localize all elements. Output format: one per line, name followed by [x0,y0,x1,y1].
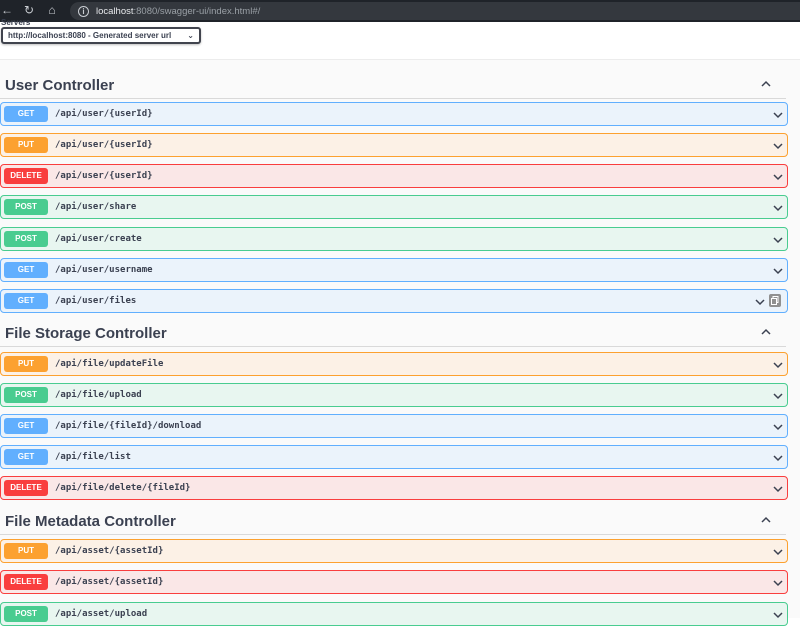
operation-path: /api/asset/{assetId} [55,546,164,556]
servers-label: Servers [1,18,31,27]
server-select[interactable]: http://localhost:8080 - Generated server… [1,27,201,44]
chevron-down-icon[interactable] [772,482,784,494]
operation-path: /api/user/{userId} [55,140,153,150]
chevron-down-icon[interactable] [772,233,784,245]
chevron-down-icon[interactable] [772,420,784,432]
chevron-down-icon[interactable] [772,389,784,401]
site-info-icon[interactable]: i [78,5,89,17]
method-badge: POST [4,231,48,247]
operation-path: /api/user/{userId} [55,171,153,181]
operation-path: /api/file/upload [55,390,142,400]
chevron-up-icon[interactable] [760,513,774,527]
chevron-down-icon[interactable] [772,139,784,151]
method-badge: GET [4,449,48,465]
method-badge: DELETE [4,168,48,184]
method-badge: POST [4,387,48,403]
copy-icon[interactable] [769,294,781,307]
chevron-down-icon[interactable] [772,576,784,588]
operation-put[interactable]: PUT/api/file/updateFile [0,352,788,376]
home-icon[interactable]: ⌂ [45,3,59,17]
method-badge: POST [4,199,48,215]
chevron-down-icon[interactable] [772,264,784,276]
operation-path: /api/file/list [55,452,131,462]
chevron-down-icon[interactable] [772,545,784,557]
reload-icon[interactable]: ↻ [22,3,36,17]
address-bar[interactable]: i localhost:8080/swagger-ui/index.html#/ [70,2,800,20]
operation-path: /api/user/share [55,202,137,212]
operation-path: /api/file/delete/{fileId} [55,483,191,493]
operation-delete[interactable]: DELETE/api/file/delete/{fileId} [0,476,788,500]
operation-post[interactable]: POST/api/user/create [0,227,788,251]
servers-panel: Servers http://localhost:8080 - Generate… [0,18,800,60]
method-badge: POST [4,606,48,622]
chevron-up-icon[interactable] [760,325,774,339]
method-badge: PUT [4,137,48,153]
section-title: User Controller [5,77,115,94]
operation-put[interactable]: PUT/api/user/{userId} [0,133,788,157]
chevron-down-icon[interactable] [754,295,766,307]
operation-get[interactable]: GET/api/user/{userId} [0,102,788,126]
chevron-down-icon: ⌄ [187,31,194,40]
chevron-down-icon[interactable] [772,358,784,370]
server-select-value: http://localhost:8080 - Generated server… [8,31,172,40]
operation-post[interactable]: POST/api/asset/upload [0,602,788,626]
operation-put[interactable]: PUT/api/asset/{assetId} [0,539,788,563]
operation-get[interactable]: GET/api/user/username [0,258,788,282]
section-header[interactable]: User Controller [0,71,786,99]
operation-path: /api/asset/upload [55,609,148,619]
back-arrow-icon[interactable]: ← [0,3,14,17]
operation-path: /api/file/{fileId}/download [55,421,202,431]
operation-delete[interactable]: DELETE/api/user/{userId} [0,164,788,188]
operation-path: /api/file/updateFile [55,359,164,369]
operation-delete[interactable]: DELETE/api/asset/{assetId} [0,570,788,594]
chevron-down-icon[interactable] [772,201,784,213]
operation-path: /api/user/username [55,265,153,275]
operation-path: /api/user/files [55,296,137,306]
method-badge: DELETE [4,574,48,590]
url-path: :8080/swagger-ui/index.html#/ [133,5,261,17]
chevron-down-icon[interactable] [772,108,784,120]
operation-path: /api/user/create [55,234,142,244]
section-header[interactable]: File Metadata Controller [0,507,786,535]
chevron-down-icon[interactable] [772,451,784,463]
method-badge: DELETE [4,480,48,496]
operation-path: /api/user/{userId} [55,109,153,119]
operation-path: /api/asset/{assetId} [55,577,164,587]
method-badge: GET [4,418,48,434]
url-host: localhost [96,5,134,17]
method-badge: PUT [4,356,48,372]
method-badge: PUT [4,543,48,559]
operation-post[interactable]: POST/api/file/upload [0,383,788,407]
operation-post[interactable]: POST/api/user/share [0,195,788,219]
operation-get[interactable]: GET/api/user/files [0,289,788,313]
method-badge: GET [4,293,48,309]
chevron-down-icon[interactable] [772,170,784,182]
operation-get[interactable]: GET/api/file/{fileId}/download [0,414,788,438]
chevron-down-icon[interactable] [772,608,784,620]
method-badge: GET [4,262,48,278]
section-title: File Storage Controller [5,325,167,342]
browser-toolbar: ← ↻ ⌂ i localhost:8080/swagger-ui/index.… [0,0,800,22]
swagger-page: Servers http://localhost:8080 - Generate… [0,18,800,626]
operation-get[interactable]: GET/api/file/list [0,445,788,469]
section-header[interactable]: File Storage Controller [0,319,786,347]
method-badge: GET [4,106,48,122]
chevron-up-icon[interactable] [760,77,774,91]
url-text: localhost:8080/swagger-ui/index.html#/ [96,6,260,17]
section-title: File Metadata Controller [5,513,176,530]
